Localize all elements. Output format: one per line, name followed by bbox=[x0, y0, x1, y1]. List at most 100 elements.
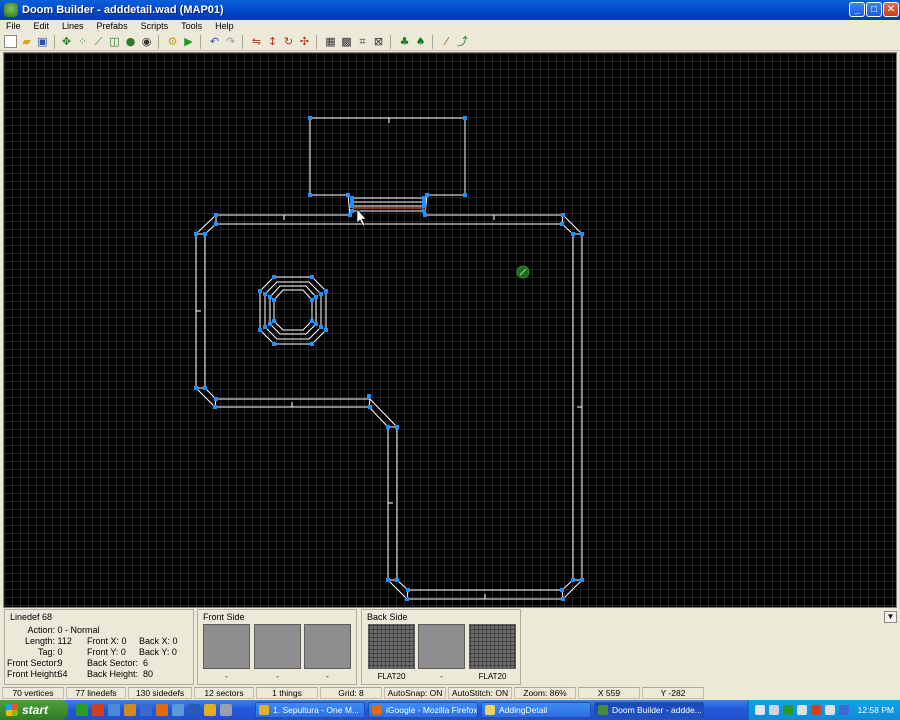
vertex[interactable] bbox=[395, 425, 399, 429]
vertex[interactable] bbox=[350, 204, 354, 208]
vertex[interactable] bbox=[422, 196, 426, 200]
quicklaunch-ie-icon[interactable] bbox=[140, 704, 152, 716]
flip-icon[interactable]: ⇋ bbox=[250, 35, 263, 48]
stitch-icon[interactable]: ⌗ bbox=[356, 35, 369, 48]
front-upper-texture[interactable] bbox=[203, 624, 250, 669]
vertex[interactable] bbox=[268, 322, 272, 326]
vertex[interactable] bbox=[560, 222, 564, 226]
test-map-icon[interactable]: ▶ bbox=[182, 35, 195, 48]
vertex[interactable] bbox=[319, 325, 323, 329]
tree-group-icon[interactable]: ♠ bbox=[414, 35, 427, 48]
vertex[interactable] bbox=[263, 325, 267, 329]
vertex[interactable] bbox=[308, 193, 312, 197]
vertex[interactable] bbox=[310, 319, 314, 323]
vertex[interactable] bbox=[194, 232, 198, 236]
vertex[interactable] bbox=[367, 394, 371, 398]
save-icon[interactable]: ▣ bbox=[36, 35, 49, 48]
maximize-button[interactable]: □ bbox=[866, 2, 882, 17]
menu-tools[interactable]: Tools bbox=[175, 20, 209, 33]
vertex[interactable] bbox=[272, 319, 276, 323]
vertex[interactable] bbox=[386, 578, 390, 582]
move-mode-icon[interactable]: ✥ bbox=[60, 35, 73, 48]
undo-icon[interactable]: ↶ bbox=[208, 35, 221, 48]
vertex[interactable] bbox=[324, 289, 328, 293]
tray-network-icon[interactable] bbox=[839, 705, 849, 715]
vertex[interactable] bbox=[310, 342, 314, 346]
vertex[interactable] bbox=[319, 292, 323, 296]
vertex[interactable] bbox=[571, 578, 575, 582]
quicklaunch-app-icon[interactable] bbox=[220, 704, 232, 716]
vertex[interactable] bbox=[268, 295, 272, 299]
quicklaunch-app-icon[interactable] bbox=[188, 704, 200, 716]
rotate-icon[interactable]: ↕ bbox=[266, 35, 279, 48]
vertex[interactable] bbox=[310, 298, 314, 302]
vertex[interactable] bbox=[580, 232, 584, 236]
map-options-icon[interactable]: ⊠ bbox=[372, 35, 385, 48]
new-file-icon[interactable] bbox=[4, 35, 17, 48]
vertex[interactable] bbox=[348, 213, 352, 217]
back-lower-texture[interactable] bbox=[469, 624, 516, 669]
vertex[interactable] bbox=[422, 200, 426, 204]
resize-icon[interactable]: ✣ bbox=[298, 35, 311, 48]
vertex[interactable] bbox=[350, 196, 354, 200]
vertices-mode-icon[interactable]: ⁘ bbox=[76, 35, 89, 48]
quicklaunch-app-icon[interactable] bbox=[108, 704, 120, 716]
back-upper-texture[interactable] bbox=[368, 624, 415, 669]
menu-prefabs[interactable]: Prefabs bbox=[91, 20, 135, 33]
redo-icon[interactable]: ↷ bbox=[224, 35, 237, 48]
vertex[interactable] bbox=[310, 275, 314, 279]
vertex[interactable] bbox=[258, 328, 262, 332]
close-button[interactable]: ✕ bbox=[883, 2, 899, 17]
minimize-button[interactable]: _ bbox=[849, 2, 865, 17]
menu-file[interactable]: File bbox=[0, 20, 28, 33]
tray-arrow-icon[interactable] bbox=[755, 705, 765, 715]
vertex[interactable] bbox=[463, 193, 467, 197]
3d-mode-icon[interactable]: ◉ bbox=[140, 35, 153, 48]
start-button[interactable]: start bbox=[0, 700, 68, 720]
vertex[interactable] bbox=[405, 597, 409, 601]
vertex[interactable] bbox=[213, 405, 217, 409]
front-middle-texture[interactable] bbox=[254, 624, 301, 669]
map-vertices[interactable] bbox=[194, 116, 584, 601]
vertex[interactable] bbox=[422, 204, 426, 208]
vertex[interactable] bbox=[214, 397, 218, 401]
quicklaunch-app-icon[interactable] bbox=[92, 704, 104, 716]
tree-icon[interactable]: ♣ bbox=[398, 35, 411, 48]
task-firefox[interactable]: iGoogle - Mozilla Firefox bbox=[368, 702, 478, 718]
menu-help[interactable]: Help bbox=[209, 20, 241, 33]
vertex[interactable] bbox=[406, 588, 410, 592]
vertex[interactable] bbox=[272, 342, 276, 346]
vertex[interactable] bbox=[214, 222, 218, 226]
vertex[interactable] bbox=[571, 232, 575, 236]
vertex[interactable] bbox=[214, 213, 218, 217]
rotate-arrow-icon[interactable]: ↻ bbox=[282, 35, 295, 48]
vertex[interactable] bbox=[272, 298, 276, 302]
vertex[interactable] bbox=[423, 213, 427, 217]
open-file-icon[interactable]: ▰ bbox=[20, 35, 33, 48]
menu-lines[interactable]: Lines bbox=[56, 20, 91, 33]
quicklaunch-app-icon[interactable] bbox=[172, 704, 184, 716]
player-start-thing[interactable] bbox=[516, 265, 530, 279]
vertex[interactable] bbox=[422, 209, 426, 213]
vertex[interactable] bbox=[350, 200, 354, 204]
map-canvas[interactable] bbox=[3, 52, 897, 608]
menu-edit[interactable]: Edit bbox=[28, 20, 57, 33]
lines-mode-icon[interactable]: ⟋ bbox=[92, 35, 105, 48]
menu-scripts[interactable]: Scripts bbox=[135, 20, 176, 33]
vertex[interactable] bbox=[263, 292, 267, 296]
curve-icon[interactable]: ⤴ bbox=[456, 35, 469, 48]
vertex[interactable] bbox=[272, 275, 276, 279]
quicklaunch-app-icon[interactable] bbox=[204, 704, 216, 716]
wand-icon[interactable]: ⁄ bbox=[440, 35, 453, 48]
vertex[interactable] bbox=[324, 328, 328, 332]
back-middle-texture[interactable] bbox=[418, 624, 465, 669]
things-mode-icon[interactable]: ● bbox=[124, 35, 137, 48]
title-bar[interactable]: Doom Builder - adddetail.wad (MAP01) _ □… bbox=[0, 0, 900, 20]
snap-icon[interactable]: ▩ bbox=[340, 35, 353, 48]
vertex[interactable] bbox=[386, 425, 390, 429]
vertex[interactable] bbox=[561, 213, 565, 217]
vertex[interactable] bbox=[314, 295, 318, 299]
sectors-mode-icon[interactable]: ◫ bbox=[108, 35, 121, 48]
vertex[interactable] bbox=[580, 578, 584, 582]
vertex[interactable] bbox=[560, 588, 564, 592]
